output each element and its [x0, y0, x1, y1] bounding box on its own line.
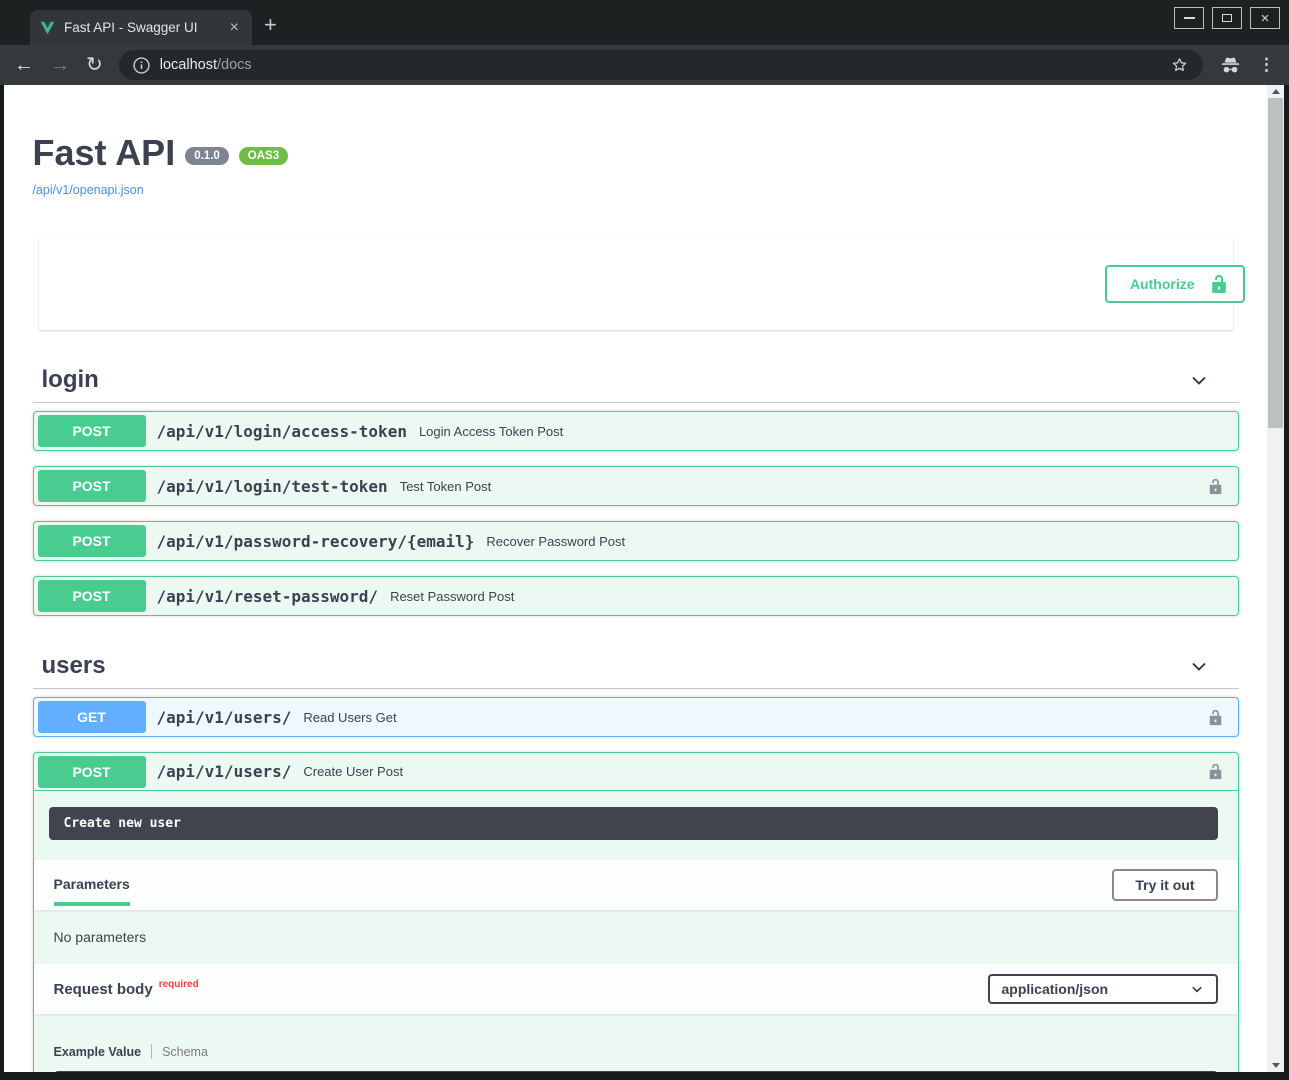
scrollbar-up-arrow[interactable]: [1267, 85, 1284, 98]
page-scrollbar[interactable]: [1267, 85, 1284, 1072]
no-parameters-text: No parameters: [34, 910, 1238, 964]
page-title: Fast API: [33, 132, 176, 173]
openapi-spec-link[interactable]: /api/v1/openapi.json: [33, 183, 1239, 197]
scrollbar-thumb[interactable]: [1268, 98, 1283, 428]
new-tab-button[interactable]: +: [264, 14, 277, 36]
method-badge: POST: [38, 580, 146, 612]
swagger-page: Fast API 0.1.0 OAS3 /api/v1/openapi.json A…: [4, 85, 1267, 1072]
lock-icon[interactable]: [1207, 478, 1224, 495]
back-icon[interactable]: ←: [14, 55, 34, 75]
op-summary[interactable]: POST /api/v1/password-recovery/{email} R…: [34, 522, 1238, 560]
favicon-v-icon: [40, 21, 55, 35]
url-path: /docs: [217, 57, 252, 73]
section-header-login[interactable]: login: [33, 358, 1239, 403]
incognito-icon: [1219, 54, 1242, 77]
maximize-button[interactable]: [1212, 7, 1242, 29]
minimize-icon: [1184, 17, 1195, 19]
op-summary-text: Test Token Post: [400, 479, 492, 494]
authorize-label: Authorize: [1130, 276, 1195, 292]
chevron-down-icon[interactable]: [1189, 370, 1209, 390]
op-summary[interactable]: GET /api/v1/users/ Read Users Get: [34, 698, 1238, 736]
op-summary-text: Read Users Get: [303, 710, 396, 725]
try-it-out-button[interactable]: Try it out: [1112, 869, 1217, 901]
method-badge: POST: [38, 415, 146, 447]
model-example: Example Value Schema {: [34, 1014, 1238, 1072]
url-text: localhost/docs: [160, 57, 252, 73]
method-badge: POST: [38, 470, 146, 502]
section-title: login: [42, 366, 99, 394]
op-body: Create new user Parameters Try it out No…: [34, 791, 1238, 1072]
lock-icon[interactable]: [1207, 763, 1224, 780]
reload-icon[interactable]: ↻: [86, 55, 103, 75]
browser-tab[interactable]: Fast API - Swagger UI ×: [30, 10, 252, 45]
opblock-login-access-token: POST /api/v1/login/access-token Login Ac…: [33, 411, 1239, 451]
op-path: /api/v1/reset-password/: [157, 587, 379, 606]
parameters-header: Parameters Try it out: [34, 860, 1238, 910]
browser-window: Fast API - Swagger UI × + × ← → ↻ localh…: [0, 0, 1289, 1080]
page-info-icon[interactable]: [133, 57, 150, 74]
op-summary[interactable]: POST /api/v1/users/ Create User Post: [34, 753, 1238, 791]
window-controls: ×: [1174, 7, 1280, 29]
example-code-block[interactable]: {: [54, 1071, 1218, 1072]
content-type-select[interactable]: application/json: [988, 974, 1218, 1004]
close-button[interactable]: ×: [1250, 7, 1280, 29]
page-viewport: Fast API 0.1.0 OAS3 /api/v1/openapi.json A…: [4, 85, 1284, 1072]
tab-strip: Fast API - Swagger UI × + ×: [0, 0, 1289, 45]
authorize-button[interactable]: Authorize: [1105, 265, 1245, 303]
required-badge: required: [159, 979, 199, 990]
op-path: /api/v1/login/test-token: [157, 477, 388, 496]
method-badge: POST: [38, 756, 146, 788]
op-path: /api/v1/users/: [157, 762, 292, 781]
content-type-value: application/json: [1002, 981, 1109, 997]
request-body-header: Request body required application/json: [34, 964, 1238, 1014]
tab-separator: [151, 1044, 152, 1059]
tab-parameters[interactable]: Parameters: [54, 876, 130, 894]
forward-icon[interactable]: →: [50, 55, 70, 75]
op-summary-text: Recover Password Post: [486, 534, 625, 549]
method-badge: GET: [38, 701, 146, 733]
oas3-badge: OAS3: [239, 147, 288, 165]
section-header-users[interactable]: users: [33, 644, 1239, 689]
close-icon: ×: [1261, 11, 1270, 26]
browser-menu-icon[interactable]: ⋮: [1258, 55, 1275, 75]
api-info: Fast API 0.1.0 OAS3 /api/v1/openapi.json: [33, 132, 1239, 197]
method-badge: POST: [38, 525, 146, 557]
chevron-down-icon[interactable]: [1189, 656, 1209, 676]
op-summary[interactable]: POST /api/v1/login/access-token Login Ac…: [34, 412, 1238, 450]
tab-close-icon[interactable]: ×: [227, 20, 242, 36]
tab-example-value[interactable]: Example Value: [54, 1045, 142, 1059]
minimize-button[interactable]: [1174, 7, 1204, 29]
op-summary[interactable]: POST /api/v1/reset-password/ Reset Passw…: [34, 577, 1238, 615]
scheme-container: Authorize: [39, 237, 1233, 330]
op-path: /api/v1/login/access-token: [157, 422, 407, 441]
opblock-reset-password: POST /api/v1/reset-password/ Reset Passw…: [33, 576, 1239, 616]
url-host: localhost: [160, 57, 217, 73]
section-title: users: [42, 652, 106, 680]
opblock-read-users: GET /api/v1/users/ Read Users Get: [33, 697, 1239, 737]
op-summary-text: Create User Post: [303, 764, 403, 779]
bookmark-star-icon[interactable]: [1170, 56, 1189, 75]
lock-icon[interactable]: [1207, 709, 1224, 726]
address-bar[interactable]: localhost/docs: [119, 50, 1203, 80]
op-summary-text: Reset Password Post: [390, 589, 514, 604]
version-badge: 0.1.0: [185, 147, 229, 165]
op-description: Create new user: [49, 807, 1218, 840]
op-path: /api/v1/password-recovery/{email}: [157, 532, 475, 551]
chevron-down-icon: [1190, 982, 1204, 996]
scrollbar-down-arrow[interactable]: [1267, 1059, 1284, 1072]
tab-schema[interactable]: Schema: [162, 1045, 208, 1059]
op-summary-text: Login Access Token Post: [419, 424, 563, 439]
browser-toolbar: ← → ↻ localhost/docs: [0, 45, 1289, 85]
request-body-label: Request body: [54, 981, 153, 998]
maximize-icon: [1222, 14, 1232, 22]
op-summary[interactable]: POST /api/v1/login/test-token Test Token…: [34, 467, 1238, 505]
op-path: /api/v1/users/: [157, 708, 292, 727]
opblock-create-user: POST /api/v1/users/ Create User Post Cre…: [33, 752, 1239, 1072]
opblock-password-recovery: POST /api/v1/password-recovery/{email} R…: [33, 521, 1239, 561]
unlock-icon: [1209, 274, 1229, 294]
tab-title: Fast API - Swagger UI: [64, 20, 218, 35]
opblock-login-test-token: POST /api/v1/login/test-token Test Token…: [33, 466, 1239, 506]
